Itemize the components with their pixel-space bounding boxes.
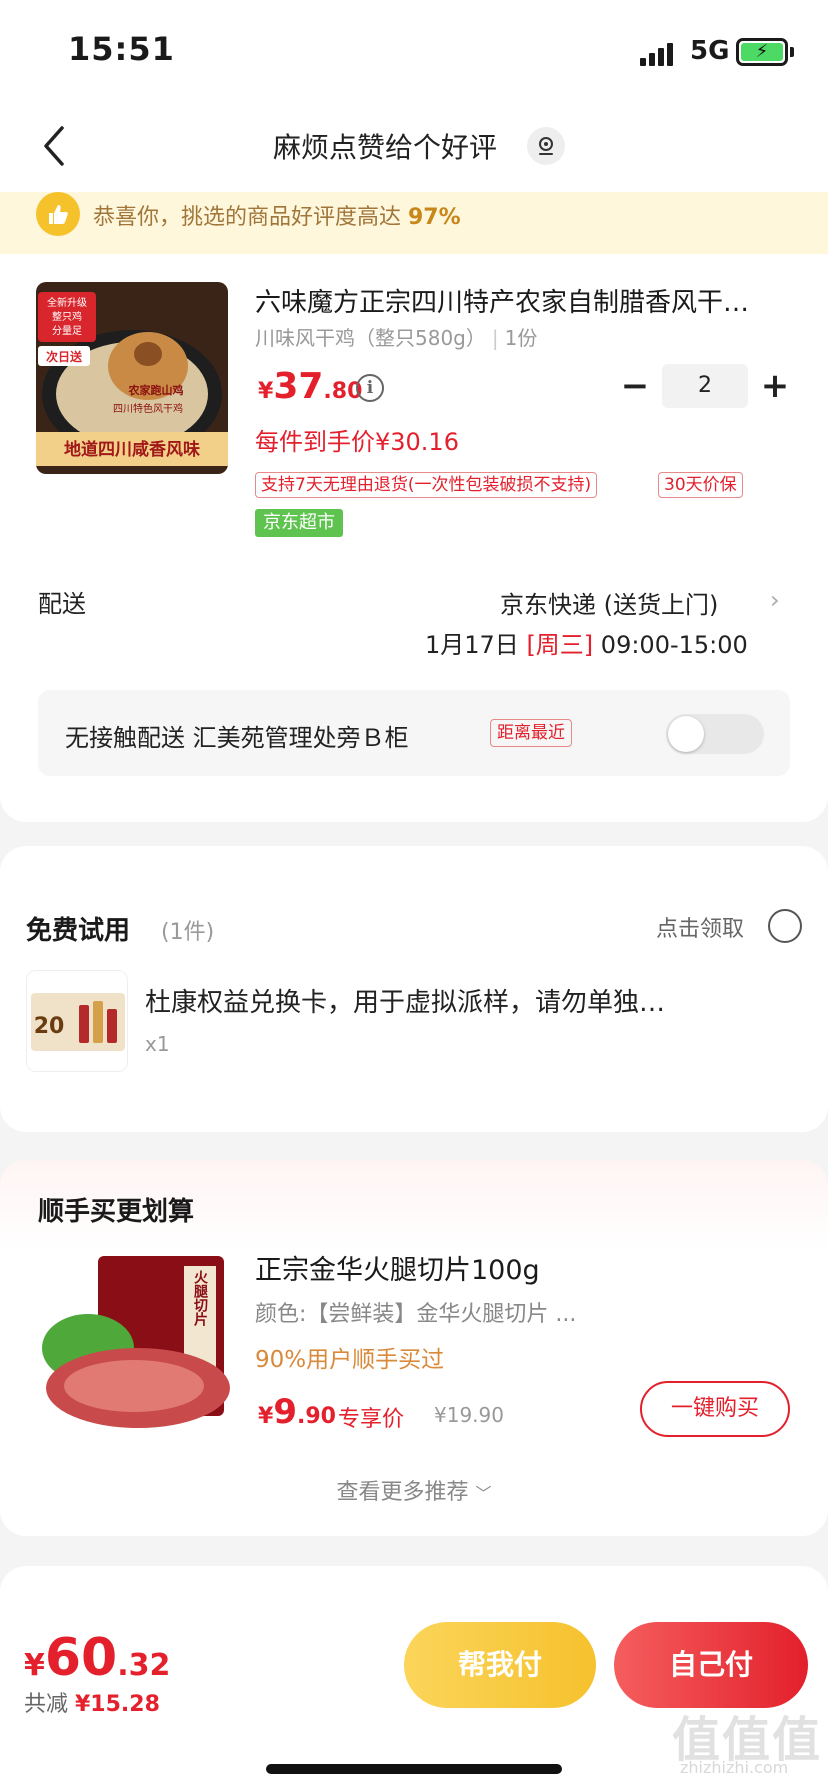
banner-text: 恭喜你，挑选的商品好评度高达 97% bbox=[93, 199, 461, 231]
location-icon[interactable] bbox=[527, 127, 565, 165]
claim-label[interactable]: 点击领取 bbox=[656, 911, 744, 943]
signal-icon bbox=[640, 43, 673, 66]
trial-item-qty: x1 bbox=[145, 1032, 170, 1056]
img-text-style: 四川特色风干鸡 bbox=[113, 402, 183, 415]
toggle-knob bbox=[668, 716, 704, 752]
info-icon[interactable]: i bbox=[356, 374, 384, 402]
home-indicator bbox=[266, 1764, 562, 1774]
contactless-label: 无接触配送 汇美苑管理处旁Ｂ柜 bbox=[65, 724, 409, 752]
free-trial-count: (1件) bbox=[161, 920, 215, 945]
total-decimal: .32 bbox=[117, 1648, 171, 1683]
product-price: ¥37.80 bbox=[258, 366, 362, 407]
claim-radio[interactable] bbox=[768, 909, 802, 943]
recommend-users: 90%用户顺手买过 bbox=[255, 1347, 445, 1373]
recommend-spec: 颜色:【尝鲜装】金华火腿切片 ... bbox=[255, 1302, 577, 1327]
product-spec-text: 川味风干鸡（整只580g） bbox=[255, 326, 486, 350]
thumbs-up-icon bbox=[36, 192, 80, 236]
quantity-stepper[interactable]: 2 bbox=[662, 364, 748, 408]
chevron-right-icon[interactable]: › bbox=[770, 586, 780, 614]
price-currency: ¥ bbox=[258, 379, 274, 404]
ship-weekday: [周三] bbox=[526, 631, 594, 659]
rec-price-currency: ¥ bbox=[258, 1404, 274, 1429]
product-title[interactable]: 六味魔方正宗四川特产农家自制腊香风干… bbox=[255, 282, 795, 319]
saved-value: ¥15.28 bbox=[75, 1692, 160, 1717]
chevron-down-icon: ﹀ bbox=[475, 1484, 492, 1503]
more-label: 查看更多推荐 bbox=[336, 1480, 469, 1505]
unit-price: 每件到手价¥30.16 bbox=[255, 428, 459, 456]
one-click-buy-button[interactable]: 一键购买 bbox=[640, 1381, 790, 1437]
help-pay-button[interactable]: 帮我付 bbox=[404, 1622, 596, 1708]
network-type: 5G bbox=[690, 36, 730, 66]
page-title: 麻烦点赞给个好评 bbox=[272, 131, 497, 164]
img-text-whole: 整只鸡 bbox=[52, 310, 82, 323]
ship-date: 1月17日 bbox=[425, 631, 527, 659]
self-pay-button[interactable]: 自己付 bbox=[614, 1622, 808, 1708]
shipping-label: 配送 bbox=[38, 590, 86, 618]
price-integer: 37 bbox=[273, 366, 324, 407]
exclusive-price-label: 专享价 bbox=[338, 1407, 405, 1432]
recommend-image[interactable]: 火腿切片 bbox=[38, 1248, 230, 1432]
saved-label: 共减 bbox=[24, 1692, 75, 1717]
banner-message: 恭喜你，挑选的商品好评度高达 bbox=[93, 205, 408, 230]
product-count: 1份 bbox=[504, 326, 538, 350]
trial-item-image: 20 bbox=[26, 970, 128, 1072]
original-price: ¥19.90 bbox=[434, 1403, 504, 1427]
product-spec: 川味风干鸡（整只580g） | 1份 bbox=[255, 326, 538, 350]
trial-item-name: 杜康权益兑换卡，用于虚拟派样，请勿单独… bbox=[145, 988, 666, 1018]
banner-percent: 97% bbox=[408, 205, 461, 230]
trial-image-art: 20 bbox=[27, 971, 127, 1071]
total-currency: ¥ bbox=[24, 1648, 45, 1683]
total-price: ¥60.32 bbox=[24, 1628, 170, 1688]
status-time: 15:51 bbox=[68, 30, 175, 68]
img-text-flavor: 地道四川咸香风味 bbox=[64, 439, 200, 460]
img-text-amount: 分量足 bbox=[52, 325, 82, 337]
battery-icon: ⚡ bbox=[736, 38, 788, 66]
shipping-method[interactable]: 京东快递 (送货上门) bbox=[500, 585, 718, 620]
increase-quantity-button[interactable]: + bbox=[760, 366, 790, 406]
return-policy-tag: 支持7天无理由退货(一次性包装破损不支持) bbox=[255, 472, 598, 498]
price-protect-tag: 30天价保 bbox=[658, 472, 743, 498]
shipping-time[interactable]: 1月17日 [周三] 09:00-15:00 bbox=[425, 625, 748, 660]
watermark-url: zhizhizhi.com bbox=[680, 1758, 789, 1777]
store-tag: 京东超市 bbox=[255, 509, 343, 537]
discount-total: 共减 ¥15.28 bbox=[24, 1686, 160, 1718]
battery-cap bbox=[790, 47, 794, 57]
ship-window: 09:00-15:00 bbox=[593, 631, 748, 659]
rec-price-integer: 9 bbox=[273, 1392, 297, 1432]
more-recommendations-link[interactable]: 查看更多推荐 ﹀ bbox=[0, 1474, 828, 1506]
recommend-price: ¥9.90 bbox=[258, 1392, 336, 1432]
recommend-title: 顺手买更划算 bbox=[38, 1197, 195, 1227]
total-integer: 60 bbox=[44, 1628, 118, 1688]
decrease-quantity-button[interactable]: − bbox=[620, 366, 650, 406]
img-text-chicken: 农家跑山鸡 bbox=[128, 383, 184, 397]
recommend-image-art: 火腿切片 bbox=[38, 1248, 230, 1432]
product-image-art: 全新升级 整只鸡 分量足 次日送 农家跑山鸡 四川特色风干鸡 地道四川咸香风味 bbox=[36, 282, 228, 474]
location-pin-icon bbox=[539, 137, 553, 155]
free-trial-title: 免费试用 bbox=[26, 916, 131, 946]
product-image[interactable]: 全新升级 整只鸡 分量足 次日送 农家跑山鸡 四川特色风干鸡 地道四川咸香风味 bbox=[36, 282, 228, 474]
img-text-upgrade: 全新升级 bbox=[47, 296, 87, 309]
recommend-name[interactable]: 正宗金华火腿切片100g bbox=[255, 1248, 540, 1287]
recommend-image-label: 火腿切片 bbox=[192, 1270, 208, 1327]
nearest-badge: 距离最近 bbox=[490, 719, 572, 747]
trial-image-number: 20 bbox=[34, 1014, 65, 1039]
contactless-toggle[interactable] bbox=[666, 714, 764, 754]
img-text-nextday: 次日送 bbox=[46, 349, 83, 364]
rec-price-decimal: .90 bbox=[296, 1404, 336, 1429]
